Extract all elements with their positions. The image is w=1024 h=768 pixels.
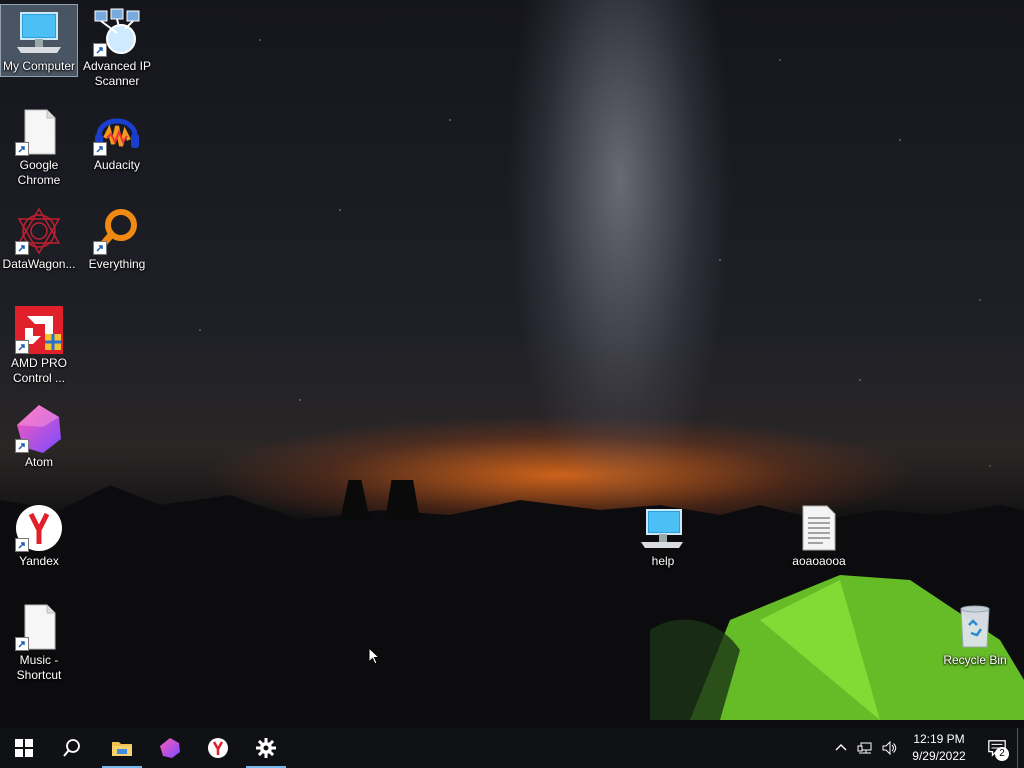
yandex-icon [208, 738, 228, 758]
shortcut-arrow-icon [15, 241, 29, 255]
atom-icon [13, 403, 65, 455]
blank-file-icon [13, 601, 65, 653]
shortcut-arrow-icon [15, 340, 29, 354]
desktop-icon-advanced-ip-scanner[interactable]: Advanced IP Scanner [79, 5, 155, 91]
recycle-bin-icon [949, 601, 1001, 653]
shortcut-arrow-icon [15, 637, 29, 651]
yandex-icon [13, 502, 65, 554]
notification-count-badge: 2 [995, 747, 1009, 761]
desktop-icon-label: Music - Shortcut [16, 653, 62, 682]
start-button[interactable] [0, 728, 48, 768]
desktop-icon-atom[interactable]: Atom [1, 401, 77, 472]
desktop-icon-label: Recycle Bin [943, 653, 1007, 667]
blank-file-icon [13, 106, 65, 158]
everything-search-icon [91, 205, 143, 257]
shortcut-arrow-icon [93, 241, 107, 255]
taskbar-file-explorer[interactable] [98, 728, 146, 768]
mouse-cursor-icon [368, 647, 380, 665]
network-icon [857, 742, 872, 754]
clock-time: 12:19 PM [913, 732, 965, 746]
desktop-icon-yandex[interactable]: Yandex [1, 500, 77, 571]
file-explorer-icon [112, 742, 132, 756]
desktop-icon-google-chrome[interactable]: Google Chrome [1, 104, 77, 190]
desktop-icon-label: DataWagon... [2, 257, 76, 271]
desktop-icon-label: Yandex [19, 554, 59, 568]
desktop-icon-datawagon[interactable]: DataWagon... [1, 203, 77, 274]
system-tray: 12:19 PM 9/29/2022 2 [829, 728, 1024, 768]
desktop-icon-label: Audacity [93, 158, 141, 172]
desktop-icon-aoaoaooa[interactable]: aoaoaooa [781, 500, 857, 571]
taskbar-settings[interactable] [242, 728, 290, 768]
desktop-icon-music-shortcut[interactable]: Music - Shortcut [1, 599, 77, 685]
desktop-icon-label: Google Chrome [17, 158, 61, 187]
desktop-icon-label: aoaoaooa [792, 554, 846, 568]
desktop-icon-label: AMD PRO Control ... [10, 356, 67, 385]
taskbar: 12:19 PM 9/29/2022 2 [0, 728, 1024, 768]
desktop-icon-everything[interactable]: Everything [79, 203, 155, 274]
desktop-icon-label: Atom [24, 455, 53, 469]
desktop-icon-audacity[interactable]: Audacity [79, 104, 155, 175]
desktop-icon-my-computer[interactable]: My Computer [0, 4, 78, 77]
desktop-icon-label: Everything [88, 257, 146, 271]
desktop-icon-recycle-bin[interactable]: Recycle Bin [937, 599, 1013, 670]
monitor-icon [13, 7, 65, 59]
monitor-icon [637, 502, 689, 554]
shortcut-arrow-icon [93, 43, 107, 57]
start-icon [15, 739, 33, 757]
datawagon-icon [13, 205, 65, 257]
taskbar-clock[interactable]: 12:19 PM 9/29/2022 [901, 731, 977, 765]
desktop-icon-label: Advanced IP Scanner [82, 59, 152, 88]
shortcut-arrow-icon [15, 439, 29, 453]
desktop-icon-amd-pro-control[interactable]: AMD PRO Control ... [1, 302, 77, 388]
desktop-icon-help[interactable]: help [625, 500, 701, 571]
network-scanner-icon [91, 7, 143, 59]
chevron-up-icon [835, 744, 847, 751]
desktop-icon-label: help [651, 554, 675, 568]
shortcut-arrow-icon [93, 142, 107, 156]
show-desktop-button[interactable] [1017, 728, 1024, 768]
audacity-icon [91, 106, 143, 158]
amd-icon [13, 304, 65, 356]
show-hidden-icons-button[interactable] [829, 728, 853, 768]
network-button[interactable] [853, 728, 877, 768]
text-file-icon [793, 502, 845, 554]
shortcut-arrow-icon [15, 538, 29, 552]
taskbar-yandex[interactable] [194, 728, 242, 768]
mountain-silhouette [0, 480, 1024, 728]
settings-icon [256, 738, 276, 758]
desktop-icon-label: My Computer [2, 59, 76, 73]
action-center-button[interactable]: 2 [977, 728, 1017, 768]
search-button[interactable] [48, 728, 96, 768]
volume-button[interactable] [877, 728, 901, 768]
search-icon [63, 739, 80, 757]
taskbar-atom[interactable] [146, 728, 194, 768]
shortcut-arrow-icon [15, 142, 29, 156]
clock-date: 9/29/2022 [912, 749, 966, 763]
speaker-icon [882, 740, 897, 756]
atom-icon [160, 738, 180, 758]
